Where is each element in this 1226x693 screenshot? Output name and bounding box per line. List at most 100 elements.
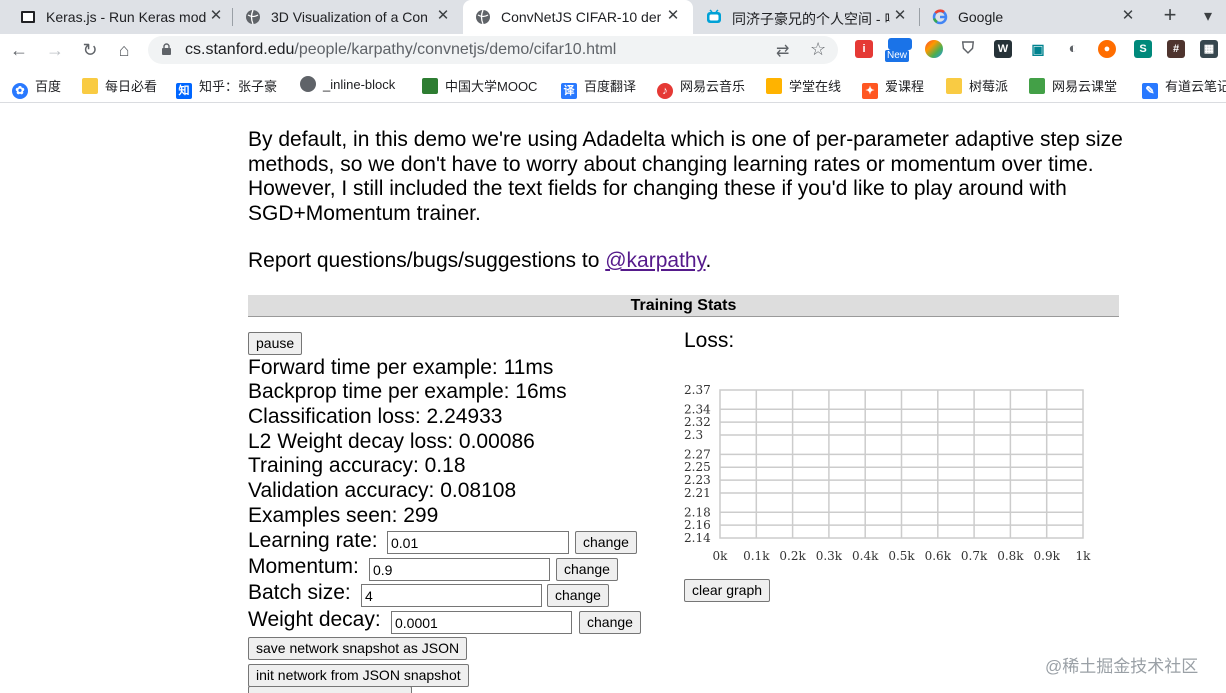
momentum-input[interactable] <box>369 558 550 581</box>
x-tick-label: 0.5k <box>888 549 915 563</box>
bookmark-item[interactable]: 知知乎：张子豪 <box>176 76 277 99</box>
url-text[interactable]: cs.stanford.edu/people/karpathy/convnetj… <box>185 41 616 59</box>
bookmark-label: 中国大学MOOC <box>445 79 538 94</box>
bookmark-item[interactable]: ✦ 爱课程 <box>862 76 924 99</box>
bookmark-label: 学堂在线 <box>789 79 842 94</box>
new-tab-plus-icon[interactable]: + <box>1157 2 1183 28</box>
report-suffix: . <box>705 249 712 272</box>
x-tick-label: 0.7k <box>961 549 988 563</box>
tab-title: Google <box>958 9 1004 25</box>
back-arrow-icon[interactable]: ← <box>6 37 32 63</box>
netease-music-icon: ♪ <box>657 83 673 99</box>
close-icon[interactable]: ✕ <box>206 6 226 24</box>
reload-icon[interactable]: ↻ <box>77 37 103 63</box>
page-content: By default, in this demo we're using Ada… <box>0 104 1226 693</box>
partially-visible-button[interactable] <box>248 686 412 693</box>
y-tick-label: 2.37 <box>684 383 711 397</box>
y-tick-label: 2.3 <box>684 428 703 442</box>
bookmark-item[interactable]: ♪ 网易云音乐 <box>657 76 746 99</box>
bookmark-label: 有道云笔记 <box>1165 79 1226 94</box>
star-bookmark-icon[interactable]: ☆ <box>810 39 826 60</box>
globe-icon <box>246 9 260 25</box>
bookmark-label: _inline-block <box>323 77 396 92</box>
extension-icon[interactable] <box>925 40 943 58</box>
tab-keras[interactable]: Keras.js - Run Keras mode ✕ <box>8 0 233 34</box>
globe-icon <box>300 76 316 92</box>
close-icon[interactable]: ✕ <box>663 6 683 24</box>
bookmark-item[interactable]: 网易云课堂 <box>1029 76 1117 94</box>
home-icon[interactable]: ⌂ <box>111 37 137 63</box>
training-stats-header: Training Stats <box>248 295 1119 317</box>
close-icon[interactable]: ✕ <box>433 6 453 24</box>
stat-l2-loss: L2 Weight decay loss: 0.00086 <box>248 430 535 453</box>
tab-bilibili[interactable]: 同济子豪兄的个人空间 - 哔 ✕ <box>694 0 920 34</box>
bookmark-label: 百度翻译 <box>584 79 637 94</box>
translate-icon[interactable]: ⇄ <box>776 41 789 61</box>
bookmark-label: 网易云音乐 <box>680 79 746 94</box>
weight-decay-input[interactable] <box>391 611 572 634</box>
tab-google[interactable]: Google ✕ <box>920 0 1146 34</box>
address-bar[interactable]: cs.stanford.edu/people/karpathy/convnetj… <box>148 36 838 64</box>
extension-icon[interactable]: i <box>855 40 873 58</box>
tab-strip: Keras.js - Run Keras mode ✕ 3D Visualiza… <box>0 0 1226 34</box>
bookmark-item[interactable]: _inline-block <box>300 76 395 94</box>
clear-graph-button[interactable]: clear graph <box>684 579 771 602</box>
tab-title: 同济子豪兄的个人空间 - 哔 <box>732 11 890 27</box>
bookmark-item[interactable]: 树莓派 <box>946 76 1008 94</box>
tab-3d-visualization[interactable]: 3D Visualization of a Con ✕ <box>233 0 461 34</box>
bookmark-label: 百度 <box>35 79 62 94</box>
karpathy-link[interactable]: @karpathy <box>605 249 705 272</box>
bookmark-item[interactable]: ✿ 百度 <box>12 76 62 99</box>
bookmark-item[interactable]: 学堂在线 <box>766 76 841 94</box>
batch-size-label: Batch size: <box>248 581 351 604</box>
tab-search-icon[interactable]: ▾ <box>1204 6 1212 26</box>
google-icon <box>932 9 948 25</box>
bookmarks-bar: ✿ 百度 每日必看 知知乎：张子豪 _inline-block 中国大学MOOC … <box>0 66 1226 103</box>
keras-favicon-icon <box>21 11 35 23</box>
browser-toolbar: ← → ↻ ⌂ cs.stanford.edu/people/karpathy/… <box>0 34 1226 66</box>
globe-icon <box>476 9 490 25</box>
report-prefix: Report questions/bugs/suggestions to <box>248 249 606 272</box>
bookmark-item[interactable]: ✎ 有道云笔记 <box>1142 76 1226 99</box>
weight-decay-label: Weight decay: <box>248 608 381 631</box>
circle-icon[interactable]: ◐ <box>1064 40 1082 58</box>
stat-backprop-time: Backprop time per example: 16ms <box>248 380 567 403</box>
batch-size-input[interactable] <box>361 584 542 607</box>
netease-course-icon <box>1029 78 1045 94</box>
adadelta-paragraph: By default, in this demo we're using Ada… <box>248 128 1123 225</box>
extension-icon[interactable]: W <box>994 40 1012 58</box>
x-tick-label: 0k <box>713 549 729 563</box>
extension-icon[interactable]: S <box>1134 40 1152 58</box>
baidu-paw-icon: ✿ <box>12 83 28 99</box>
shield-icon[interactable]: ⛉ <box>959 40 977 58</box>
weight-decay-change-button[interactable]: change <box>579 611 641 634</box>
extension-icon[interactable]: ▦ <box>1200 40 1218 58</box>
extension-icon[interactable]: ● <box>1098 40 1116 58</box>
x-tick-label: 0.2k <box>779 549 806 563</box>
learning-rate-input[interactable] <box>387 531 569 554</box>
save-json-button[interactable]: save network snapshot as JSON <box>248 637 468 660</box>
tab-convnetjs[interactable]: ConvNetJS CIFAR-10 dem ✕ <box>463 0 693 34</box>
init-json-button[interactable]: init network from JSON snapshot <box>248 664 469 687</box>
bookmark-item[interactable]: 中国大学MOOC <box>422 76 537 94</box>
extension-new-icon[interactable] <box>888 38 912 50</box>
mooc-icon <box>422 78 438 94</box>
new-badge: New <box>885 50 910 62</box>
momentum-label: Momentum: <box>248 555 359 578</box>
x-tick-label: 0.3k <box>816 549 843 563</box>
batch-size-change-button[interactable]: change <box>547 584 609 607</box>
screen-icon[interactable]: ▣ <box>1029 40 1047 58</box>
close-icon[interactable]: ✕ <box>1118 6 1138 24</box>
loss-chart: 2.372.342.322.32.272.252.232.212.182.162… <box>684 383 1091 563</box>
momentum-change-button[interactable]: change <box>556 558 618 581</box>
bookmark-item[interactable]: 译百度翻译 <box>561 76 637 99</box>
lock-icon[interactable] <box>162 43 171 55</box>
close-icon[interactable]: ✕ <box>890 6 910 24</box>
bookmark-item[interactable]: 每日必看 <box>82 76 157 94</box>
pause-button[interactable]: pause <box>248 332 303 355</box>
extension-icon[interactable]: # <box>1167 40 1185 58</box>
x-tick-label: 0.6k <box>925 549 952 563</box>
learning-rate-change-button[interactable]: change <box>575 531 637 554</box>
forward-arrow-icon[interactable]: → <box>42 37 68 63</box>
stat-validation-accuracy: Validation accuracy: 0.08108 <box>248 479 517 502</box>
